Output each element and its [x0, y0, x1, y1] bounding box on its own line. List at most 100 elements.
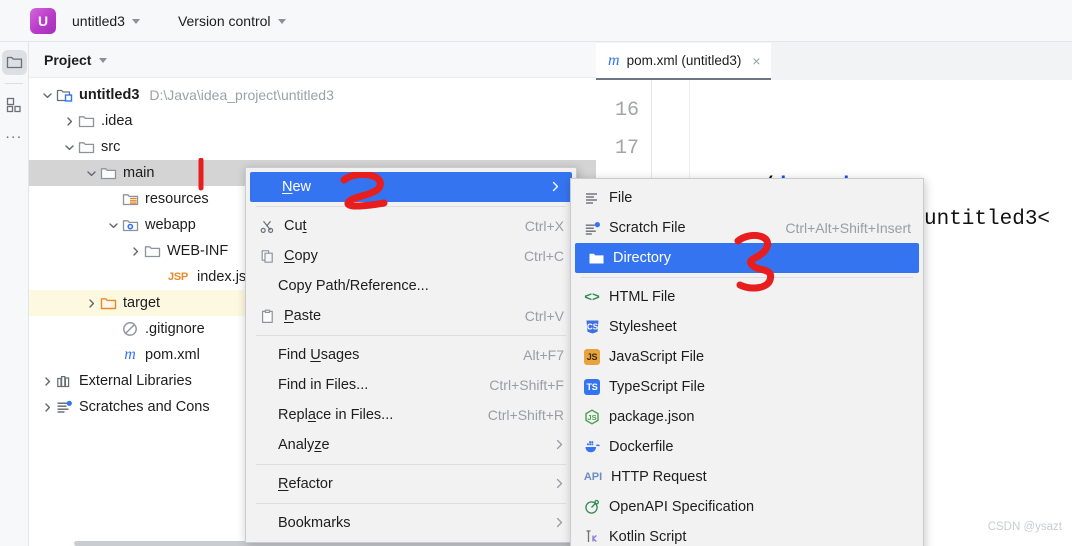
- menu-separator: [256, 206, 566, 207]
- context-menu[interactable]: New Cut Ctrl+X Copy Ctrl+C Copy Path/Referenc…: [245, 167, 577, 543]
- menu-item-label: File: [609, 190, 633, 206]
- menu-item-label: Stylesheet: [609, 319, 677, 335]
- menu-item-label: Bookmarks: [278, 515, 351, 531]
- line-number: 17: [614, 137, 639, 160]
- kotlin-script-icon: [581, 529, 603, 545]
- menu-item-openapi-specification[interactable]: OpenAPI Specification: [571, 492, 923, 522]
- chevron-right-icon: [555, 438, 564, 453]
- editor-tab-label: pom.xml (untitled3): [626, 53, 742, 68]
- docker-icon: [581, 440, 603, 454]
- tree-row[interactable]: untitled3 D:\Java\idea_project\untitled3: [29, 82, 596, 108]
- project-name-label: untitled3: [72, 12, 125, 29]
- menu-item-javascript-file[interactable]: JS JavaScript File: [571, 342, 923, 372]
- close-icon[interactable]: ×: [752, 53, 760, 69]
- menu-item-kotlin-script[interactable]: Kotlin Script: [571, 522, 923, 546]
- tree-row-label: .idea: [101, 113, 133, 129]
- menu-item-label: Find Usages: [278, 347, 360, 363]
- chevron-right-icon[interactable]: [39, 402, 55, 413]
- menu-item-copy[interactable]: Copy Ctrl+C: [246, 241, 576, 271]
- chevron-right-icon[interactable]: [127, 246, 143, 257]
- version-control-label: Version control: [177, 12, 271, 29]
- menu-item-shortcut: Ctrl+C: [523, 248, 564, 264]
- project-badge-icon: U: [30, 7, 56, 34]
- more-tool-windows-button[interactable]: ...: [2, 121, 27, 146]
- chevron-down-icon[interactable]: [39, 90, 55, 101]
- chevron-right-icon[interactable]: [39, 376, 55, 387]
- menu-item-http-request[interactable]: API HTTP Request: [571, 462, 923, 492]
- menu-item-label: Analyze: [278, 437, 330, 453]
- maven-file-icon: m: [608, 51, 620, 69]
- main-toolbar: U untitled3 Version control: [0, 0, 1072, 42]
- menu-item-scratch-file[interactable]: Scratch File Ctrl+Alt+Shift+Insert: [571, 213, 923, 243]
- structure-tool-button[interactable]: [2, 92, 27, 117]
- menu-item-shortcut: Ctrl+Shift+F: [489, 377, 564, 393]
- folder-icon: [77, 114, 95, 129]
- more-icon: ...: [5, 124, 23, 142]
- openapi-icon: [581, 499, 603, 515]
- menu-item-new[interactable]: New: [250, 172, 572, 202]
- tree-row[interactable]: .idea: [29, 108, 596, 134]
- menu-item-file[interactable]: File: [571, 183, 923, 213]
- menu-item-cut[interactable]: Cut Ctrl+X: [246, 211, 576, 241]
- project-panel-title: Project: [44, 51, 92, 68]
- menu-item-label: JavaScript File: [609, 349, 705, 365]
- editor-tab-pom-xml[interactable]: m pom.xml (untitled3) ×: [596, 43, 771, 80]
- toolbar-divider: [5, 83, 23, 84]
- project-tool-button[interactable]: [1, 50, 27, 75]
- chevron-right-icon[interactable]: [83, 298, 99, 309]
- menu-item-paste[interactable]: Paste Ctrl+V: [246, 301, 576, 331]
- directory-icon: [585, 251, 607, 266]
- line-number: 16: [614, 99, 639, 122]
- menu-item-copy-path-reference[interactable]: Copy Path/Reference...: [246, 271, 576, 301]
- tree-row[interactable]: src: [29, 134, 596, 160]
- menu-item-package-json[interactable]: JS package.json: [571, 402, 923, 432]
- chevron-down-icon[interactable]: [83, 168, 99, 179]
- menu-item-find-in-files[interactable]: Find in Files... Ctrl+Shift+F: [246, 370, 576, 400]
- menu-item-label: package.json: [609, 409, 695, 425]
- menu-item-dockerfile[interactable]: Dockerfile: [571, 432, 923, 462]
- tree-row-label: src: [101, 139, 121, 155]
- menu-item-find-usages[interactable]: Find Usages Alt+F7: [246, 340, 576, 370]
- library-icon: [55, 374, 73, 389]
- menu-item-typescript-file[interactable]: TS TypeScript File: [571, 372, 923, 402]
- version-control-dropdown[interactable]: Version control: [170, 8, 294, 34]
- tree-row-label: External Libraries: [79, 373, 192, 389]
- copy-icon: [256, 249, 278, 264]
- chevron-right-icon: [555, 477, 564, 492]
- menu-item-shortcut: Alt+F7: [523, 347, 564, 363]
- tree-row-label: pom.xml: [145, 347, 200, 363]
- jsp-file-icon: JSP: [168, 271, 188, 283]
- chevron-down-icon[interactable]: [99, 58, 108, 63]
- menu-item-bookmarks[interactable]: Bookmarks: [246, 508, 576, 538]
- menu-item-label: Paste: [284, 308, 322, 324]
- webapp-folder-icon: [121, 218, 139, 233]
- menu-item-label: HTTP Request: [611, 469, 707, 485]
- file-icon: [581, 191, 603, 206]
- project-name-dropdown[interactable]: untitled3: [64, 8, 148, 34]
- structure-icon: [6, 97, 21, 112]
- paste-icon: [256, 309, 278, 324]
- menu-item-stylesheet[interactable]: CS Stylesheet: [571, 312, 923, 342]
- menu-item-directory[interactable]: Directory: [575, 243, 919, 273]
- menu-item-shortcut: Ctrl+Alt+Shift+Insert: [785, 220, 911, 236]
- ide-window: U untitled3 Version control ... Project …: [0, 0, 1072, 546]
- tree-row-label: .gitignore: [145, 321, 205, 337]
- css-file-icon: CS: [581, 319, 603, 335]
- menu-item-label: Replace in Files...: [278, 407, 394, 423]
- chevron-right-icon[interactable]: [61, 116, 77, 127]
- chevron-down-icon[interactable]: [61, 142, 77, 153]
- menu-item-html-file[interactable]: <> HTML File: [571, 282, 923, 312]
- menu-item-label: Refactor: [278, 476, 333, 492]
- menu-item-replace-in-files[interactable]: Replace in Files... Ctrl+Shift+R: [246, 400, 576, 430]
- editor-tab-strip: m pom.xml (untitled3) ×: [596, 42, 1072, 80]
- menu-separator: [581, 277, 913, 278]
- chevron-down-icon[interactable]: [105, 220, 121, 231]
- menu-item-refactor[interactable]: Refactor: [246, 469, 576, 499]
- tree-row-label: untitled3: [79, 87, 140, 103]
- menu-separator: [256, 464, 566, 465]
- menu-item-analyze[interactable]: Analyze: [246, 430, 576, 460]
- http-request-icon: API: [583, 471, 603, 483]
- new-submenu[interactable]: File Scratch File Ctrl+Alt+Shift+Insert Dir…: [570, 178, 924, 546]
- menu-item-label: OpenAPI Specification: [609, 499, 755, 515]
- menu-separator: [256, 335, 566, 336]
